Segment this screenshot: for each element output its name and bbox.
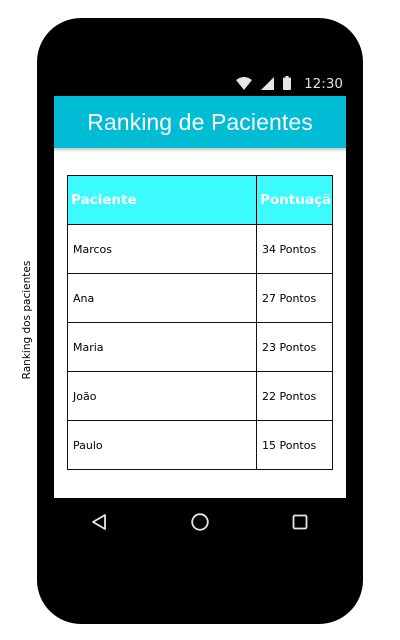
ranking-table-container: Paciente Pontuação Marcos 34 Pontos Ana … (67, 175, 333, 470)
patient-name-cell: Paulo (67, 420, 257, 470)
app-bar: Ranking de Pacientes (54, 96, 346, 148)
page: Ranking dos pacientes 12:30 Ranking de P… (0, 0, 400, 640)
column-header-score: Pontuação (256, 175, 333, 225)
signal-icon (261, 75, 275, 94)
table-row[interactable]: João 22 Pontos (67, 371, 333, 421)
side-label: Ranking dos pacientes (21, 260, 33, 380)
recents-button[interactable] (289, 513, 311, 535)
back-button[interactable] (88, 513, 110, 535)
wifi-icon (236, 75, 253, 94)
home-button[interactable] (189, 513, 211, 535)
table-header-row: Paciente Pontuação (67, 175, 333, 225)
patient-name-cell: Marcos (67, 224, 257, 274)
score-cell: 15 Pontos (256, 420, 333, 470)
ranking-table: Paciente Pontuação Marcos 34 Pontos Ana … (67, 175, 333, 470)
patient-name-cell: Ana (67, 273, 257, 323)
column-header-patient: Paciente (67, 175, 257, 225)
table-row[interactable]: Ana 27 Pontos (67, 273, 333, 323)
table-row[interactable]: Maria 23 Pontos (67, 322, 333, 372)
recents-icon (292, 514, 308, 534)
score-cell: 22 Pontos (256, 371, 333, 421)
home-icon (190, 512, 210, 536)
status-bar: 12:30 (54, 74, 346, 94)
patient-name-cell: Maria (67, 322, 257, 372)
app-screen: Ranking de Pacientes Paciente Pontuação … (54, 96, 346, 498)
table-row[interactable]: Paulo 15 Pontos (67, 420, 333, 470)
status-time: 12:30 (304, 76, 343, 92)
status-icons: 12:30 (236, 75, 343, 93)
back-icon (90, 513, 108, 535)
patient-name-cell: João (67, 371, 257, 421)
navigation-bar (54, 504, 346, 544)
score-cell: 34 Pontos (256, 224, 333, 274)
battery-icon (283, 75, 292, 94)
score-cell: 23 Pontos (256, 322, 333, 372)
table-row[interactable]: Marcos 34 Pontos (67, 224, 333, 274)
app-bar-title: Ranking de Pacientes (87, 108, 313, 135)
score-cell: 27 Pontos (256, 273, 333, 323)
